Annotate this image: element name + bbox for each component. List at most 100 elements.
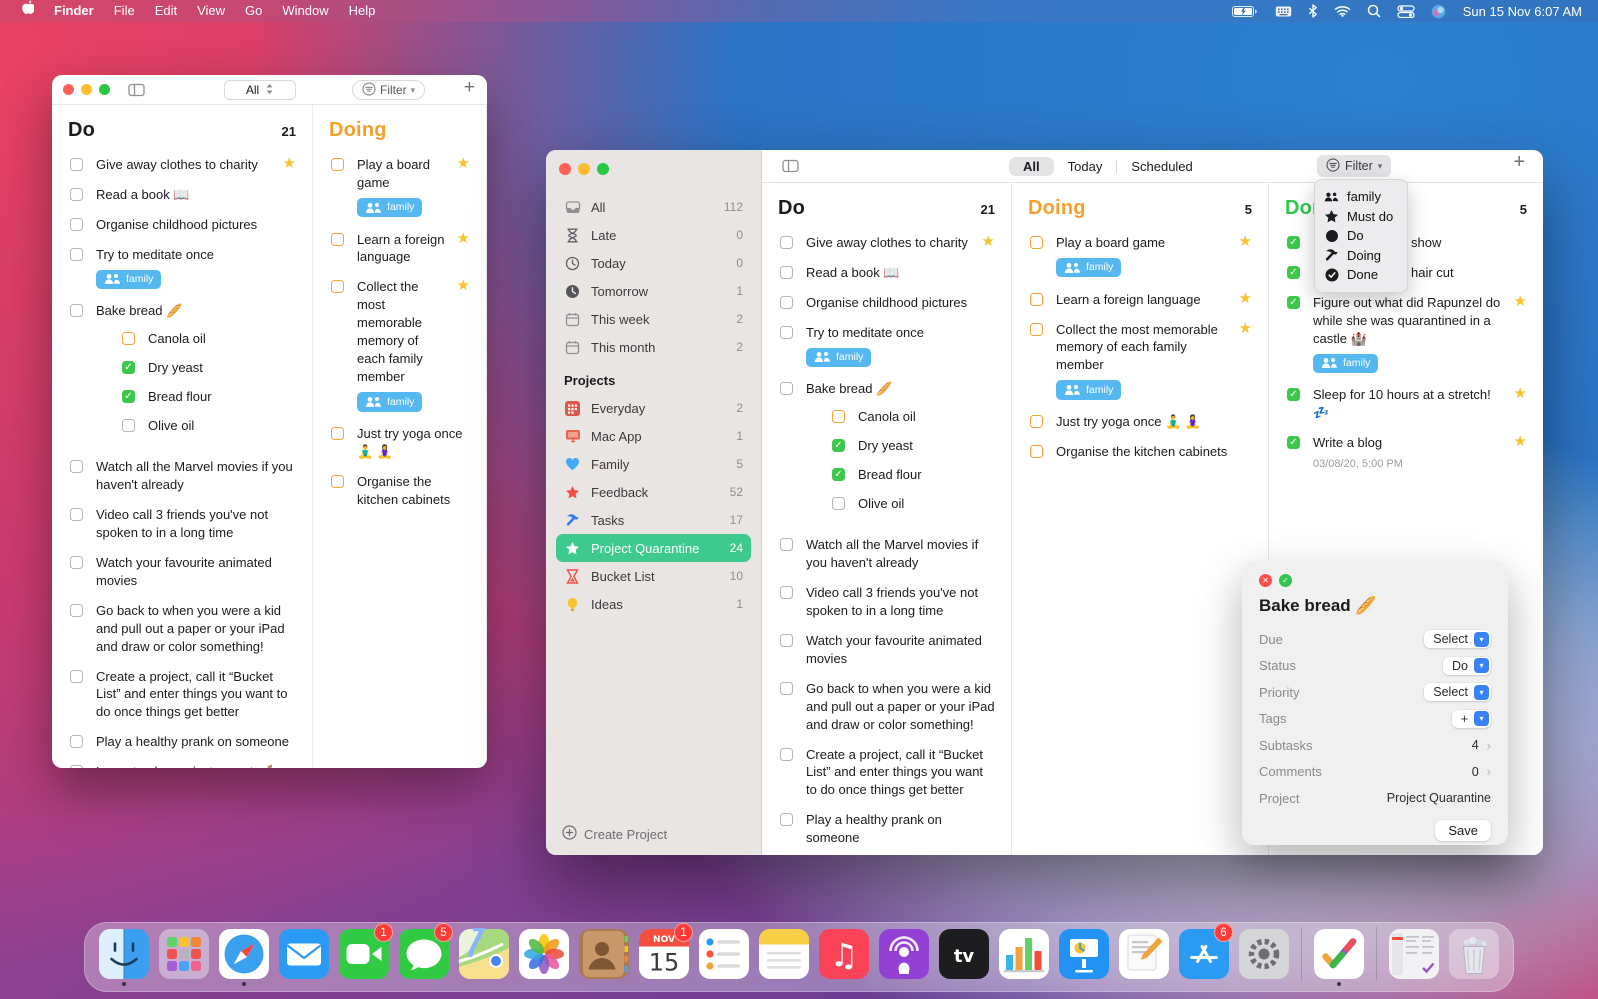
task-checkbox[interactable] (70, 218, 83, 231)
sidebar-item-bucket-list[interactable]: Bucket List10 (556, 562, 751, 590)
tags-popup-button[interactable]: +▾ (1452, 710, 1491, 728)
task-checkbox[interactable] (832, 410, 845, 423)
task-item[interactable]: Give away clothes to charity★ (778, 234, 995, 252)
menu-app-name[interactable]: Finder (45, 0, 103, 22)
filter-button[interactable]: Filter▾ (352, 80, 425, 100)
subtask-item[interactable]: ✓Bread flour (830, 466, 995, 484)
task-item[interactable]: Read a book 📖 (68, 186, 296, 204)
task-checkbox[interactable] (122, 419, 135, 432)
filter-menu-item-do[interactable]: Do (1324, 226, 1398, 246)
task-checkbox[interactable] (70, 304, 83, 317)
tab-today[interactable]: Today (1054, 157, 1117, 176)
wifi-icon[interactable] (1329, 5, 1356, 17)
dock-icon-tv[interactable]: tv (934, 928, 994, 986)
task-checkbox[interactable]: ✓ (1287, 388, 1300, 401)
tab-scheduled[interactable]: Scheduled (1117, 157, 1206, 176)
dock-icon-safari[interactable] (214, 928, 274, 986)
task-item[interactable]: Watch all the Marvel movies if you haven… (778, 536, 995, 572)
task-checkbox[interactable] (780, 296, 793, 309)
subtask-item[interactable]: Canola oil (120, 330, 296, 348)
menu-file[interactable]: File (105, 0, 144, 22)
dock-icon-launchpad[interactable] (154, 928, 214, 986)
task-checkbox[interactable]: ✓ (832, 468, 845, 481)
task-item[interactable]: Just try yoga once 🧘‍♂️ 🧘‍♀️ (329, 425, 470, 461)
star-icon[interactable]: ★ (1231, 234, 1252, 251)
task-item[interactable]: Video call 3 friends you've not spoken t… (68, 506, 296, 542)
task-item[interactable]: Play a healthy prank on someone (68, 733, 296, 751)
apple-icon[interactable] (12, 0, 43, 22)
dock-icon-goodtask[interactable] (1309, 928, 1369, 986)
task-checkbox[interactable]: ✓ (1287, 236, 1300, 249)
dock-icon-facetime[interactable]: 1 (334, 928, 394, 986)
filter-menu-item-doing[interactable]: Doing (1324, 246, 1398, 266)
star-icon[interactable]: ★ (449, 231, 470, 248)
subtask-item[interactable]: Olive oil (120, 417, 296, 435)
task-item[interactable]: Create a project, call it “Bucket List” … (68, 668, 296, 722)
task-item[interactable]: Bake bread 🥖Canola oil✓Dry yeast✓Bread f… (68, 302, 296, 446)
due-popup-button[interactable]: Select▾ (1424, 630, 1491, 648)
sidebar-item-everyday[interactable]: Everyday2 (556, 394, 751, 422)
traffic-lights[interactable] (63, 84, 110, 95)
dock-icon-notes[interactable] (754, 928, 814, 986)
task-checkbox[interactable] (70, 508, 83, 521)
dock-icon-calendar[interactable]: NOV151 (634, 928, 694, 986)
sidebar-item-this-month[interactable]: This month2 (556, 333, 751, 361)
tab-all[interactable]: All (1009, 157, 1054, 176)
task-checkbox[interactable] (1030, 415, 1043, 428)
background-task-window[interactable]: All Filter▾ + Do21 Give away clothes to … (52, 75, 487, 768)
check-icon[interactable]: ✓ (1279, 574, 1292, 587)
task-checkbox[interactable] (331, 427, 344, 440)
task-checkbox[interactable] (331, 475, 344, 488)
dock-icon-photos[interactable] (514, 928, 574, 986)
task-checkbox[interactable] (331, 280, 344, 293)
sidebar-toggle-icon[interactable] (782, 159, 799, 173)
menu-bar-clock[interactable]: Sun 15 Nov 6:07 AM (1457, 4, 1586, 19)
tag-family[interactable]: family (96, 270, 161, 289)
dock-icon-keynote[interactable] (1054, 928, 1114, 986)
task-checkbox[interactable] (70, 460, 83, 473)
zoom-window-button[interactable] (597, 163, 609, 175)
task-checkbox[interactable] (1030, 293, 1043, 306)
spotlight-icon[interactable] (1362, 4, 1386, 18)
sidebar-item-today[interactable]: Today0 (556, 249, 751, 277)
sidebar-item-all[interactable]: All112 (556, 193, 751, 221)
dock-icon-system-preferences[interactable] (1234, 928, 1294, 986)
task-item[interactable]: Organise childhood pictures (68, 216, 296, 234)
task-item[interactable]: Organise the kitchen cabinets (1028, 443, 1252, 461)
task-item[interactable]: Organise the kitchen cabinets (329, 473, 470, 509)
task-item[interactable]: Go back to when you were a kid and pull … (778, 680, 995, 734)
task-checkbox[interactable] (780, 748, 793, 761)
status-popup-button[interactable]: Do▾ (1443, 657, 1491, 675)
add-task-button[interactable]: + (1513, 151, 1525, 174)
task-item[interactable]: Learn a foreign language★ (1028, 291, 1252, 309)
task-checkbox[interactable] (780, 682, 793, 695)
menu-view[interactable]: View (188, 0, 234, 22)
subtask-item[interactable]: Canola oil (830, 408, 995, 426)
subtask-item[interactable]: ✓Dry yeast (830, 437, 995, 455)
filter-button[interactable]: Filter▾ (1317, 155, 1391, 177)
task-item[interactable]: Read a book 📖 (778, 264, 995, 282)
dock-icon-finder[interactable] (94, 928, 154, 986)
siri-icon[interactable] (1426, 4, 1451, 19)
dock-icon-numbers[interactable] (994, 928, 1054, 986)
traffic-lights[interactable] (546, 163, 761, 175)
task-checkbox[interactable] (780, 266, 793, 279)
task-item[interactable]: Watch your favourite animated movies (68, 554, 296, 590)
task-checkbox[interactable] (70, 248, 83, 261)
task-checkbox[interactable] (70, 670, 83, 683)
chevron-right-icon[interactable]: › (1487, 764, 1491, 779)
task-checkbox[interactable] (780, 813, 793, 826)
task-item[interactable]: Just try yoga once 🧘‍♂️ 🧘‍♀️ (1028, 413, 1252, 431)
dock-icon-trash[interactable] (1444, 928, 1504, 986)
dock-icon-reminders[interactable] (694, 928, 754, 986)
close-window-button[interactable] (559, 163, 571, 175)
task-checkbox[interactable] (780, 382, 793, 395)
task-checkbox[interactable] (70, 158, 83, 171)
subtask-item[interactable]: Olive oil (830, 495, 995, 513)
task-checkbox[interactable]: ✓ (122, 361, 135, 374)
sidebar-item-late[interactable]: Late0 (556, 221, 751, 249)
sidebar-item-project-quarantine[interactable]: Project Quarantine24 (556, 534, 751, 562)
minimize-window-button[interactable] (578, 163, 590, 175)
task-item[interactable]: Organise childhood pictures (778, 294, 995, 312)
battery-icon[interactable] (1227, 5, 1264, 18)
